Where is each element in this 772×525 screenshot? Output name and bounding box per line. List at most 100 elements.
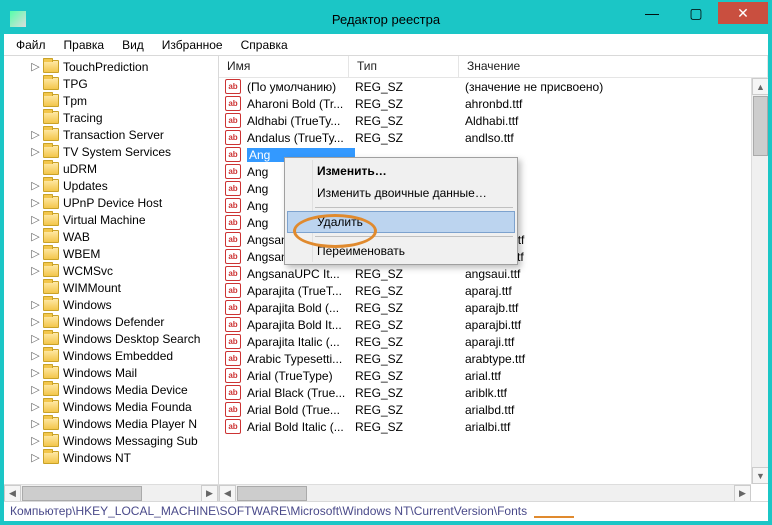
list-row[interactable]: ab(По умолчанию)REG_SZ(значение не присв… [219,78,768,95]
scroll-down-icon[interactable]: ▼ [752,467,768,484]
maximize-button[interactable]: ▢ [674,2,718,24]
expand-icon[interactable]: ▷ [30,417,41,430]
ctx-separator [315,236,513,237]
expand-icon[interactable]: ▷ [30,128,41,141]
row-type: REG_SZ [355,97,465,111]
expand-icon[interactable]: ▷ [30,349,41,362]
list-hscroll[interactable]: ◀ ▶ [219,484,751,501]
ctx-modify[interactable]: Изменить… [287,160,515,182]
scroll-left-icon[interactable]: ◀ [4,485,21,501]
registry-tree[interactable]: ▷TouchPredictionTPG TpmTracing▷Transactio… [4,56,218,484]
tree-item[interactable]: ▷TV System Services [4,143,218,160]
tree-item[interactable]: ▷WBEM [4,245,218,262]
hscroll-thumb[interactable] [22,486,142,501]
tree-item[interactable]: ▷Windows Defender [4,313,218,330]
expand-icon[interactable]: ▷ [30,383,41,396]
list-row[interactable]: abArial Bold (True...REG_SZarialbd.ttf [219,401,768,418]
expand-icon[interactable]: ▷ [30,264,41,277]
expand-icon[interactable]: ▷ [30,145,41,158]
expand-icon[interactable]: ▷ [30,434,41,447]
list-row[interactable]: abAparajita Bold It...REG_SZaparajbi.ttf [219,316,768,333]
menu-file[interactable]: Файл [8,36,54,54]
close-button[interactable]: ✕ [718,2,768,24]
list-row[interactable]: abAparajita Bold (...REG_SZaparajb.ttf [219,299,768,316]
row-value: arialbd.ttf [465,403,768,417]
vscroll-thumb[interactable] [753,96,768,156]
list-row[interactable]: abAngsanaUPC It...REG_SZangsaui.ttf [219,265,768,282]
menu-view[interactable]: Вид [114,36,152,54]
list-vscroll[interactable]: ▲ ▼ [751,78,768,484]
expand-icon[interactable]: ▷ [30,60,41,73]
scroll-up-icon[interactable]: ▲ [752,78,768,95]
list-row[interactable]: abAparajita (TrueT...REG_SZaparaj.ttf [219,282,768,299]
expand-icon[interactable]: ▷ [30,213,41,226]
folder-icon [43,179,59,192]
scroll-right-icon[interactable]: ▶ [734,485,751,501]
expand-icon[interactable]: ▷ [30,179,41,192]
scroll-right-icon[interactable]: ▶ [201,485,218,501]
expand-icon[interactable]: ▷ [30,298,41,311]
tree-item[interactable]: ▷Windows Messaging Sub [4,432,218,449]
row-type: REG_SZ [355,369,465,383]
expand-icon[interactable]: ▷ [30,451,41,464]
tree-item[interactable]: ▷Windows NT [4,449,218,466]
expand-icon[interactable]: ▷ [30,366,41,379]
string-value-icon: ab [225,215,241,230]
string-value-icon: ab [225,181,241,196]
row-name: Aparajita (TrueT... [247,284,355,298]
list-row[interactable]: abAharoni Bold (Tr...REG_SZahronbd.ttf [219,95,768,112]
ctx-delete[interactable]: Удалить [287,211,515,233]
tree-item[interactable]: ▷Virtual Machine [4,211,218,228]
expand-icon[interactable]: ▷ [30,230,41,243]
list-row[interactable]: abArial (TrueType)REG_SZarial.ttf [219,367,768,384]
list-body[interactable]: ab(По умолчанию)REG_SZ(значение не присв… [219,78,768,501]
menu-edit[interactable]: Правка [56,36,113,54]
scroll-left-icon[interactable]: ◀ [219,485,236,501]
tree-item[interactable]: Tracing [4,109,218,126]
row-type: REG_SZ [355,301,465,315]
ctx-rename[interactable]: Переименовать [287,240,515,262]
tree-item[interactable]: ▷TouchPrediction [4,58,218,75]
expand-icon[interactable]: ▷ [30,315,41,328]
list-row[interactable]: abArial Black (True...REG_SZariblk.ttf [219,384,768,401]
list-row[interactable]: abArial Bold Italic (...REG_SZarialbi.tt… [219,418,768,435]
tree-item[interactable]: ▷Windows Media Device [4,381,218,398]
regedit-window: Редактор реестра — ▢ ✕ Файл Правка Вид И… [0,0,772,525]
expand-icon[interactable]: ▷ [30,332,41,345]
tree-item[interactable]: ▷Windows Media Player N [4,415,218,432]
tree-item[interactable]: ▷UPnP Device Host [4,194,218,211]
hscroll-thumb[interactable] [237,486,307,501]
expand-icon[interactable]: ▷ [30,247,41,260]
tree-item[interactable]: TPG [4,75,218,92]
tree-item[interactable]: ▷Windows Embedded [4,347,218,364]
tree-item[interactable]: ▷Transaction Server [4,126,218,143]
col-type[interactable]: Тип [349,56,459,77]
tree-item[interactable]: ▷Windows Mail [4,364,218,381]
tree-item[interactable]: uDRM [4,160,218,177]
tree-item-label: Tpm [63,94,87,108]
tree-item[interactable]: ▷Windows Media Founda [4,398,218,415]
titlebar[interactable]: Редактор реестра — ▢ ✕ [4,4,768,34]
tree-hscroll[interactable]: ◀ ▶ [4,484,218,501]
expand-icon[interactable]: ▷ [30,196,41,209]
ctx-modify-binary[interactable]: Изменить двоичные данные… [287,182,515,204]
tree-item[interactable]: ▷Windows Desktop Search [4,330,218,347]
list-row[interactable]: abAparajita Italic (...REG_SZaparaji.ttf [219,333,768,350]
col-name[interactable]: Имя [219,56,349,77]
tree-item[interactable]: ▷WAB [4,228,218,245]
minimize-button[interactable]: — [630,2,674,24]
col-value[interactable]: Значение [459,56,768,77]
tree-item[interactable]: ▷Updates [4,177,218,194]
tree-item[interactable]: WIMMount [4,279,218,296]
menu-help[interactable]: Справка [233,36,296,54]
expand-icon[interactable]: ▷ [30,400,41,413]
list-row[interactable]: abArabic Typesetti...REG_SZarabtype.ttf [219,350,768,367]
statusbar: Компьютер\HKEY_LOCAL_MACHINE\SOFTWARE\Mi… [4,501,768,521]
list-row[interactable]: abAndalus (TrueTy...REG_SZandlso.ttf [219,129,768,146]
tree-item[interactable]: ▷WCMSvc [4,262,218,279]
row-type: REG_SZ [355,318,465,332]
tree-item[interactable]: ▷Windows [4,296,218,313]
tree-item[interactable]: Tpm [4,92,218,109]
menu-favorites[interactable]: Избранное [154,36,231,54]
list-row[interactable]: abAldhabi (TrueTy...REG_SZAldhabi.ttf [219,112,768,129]
